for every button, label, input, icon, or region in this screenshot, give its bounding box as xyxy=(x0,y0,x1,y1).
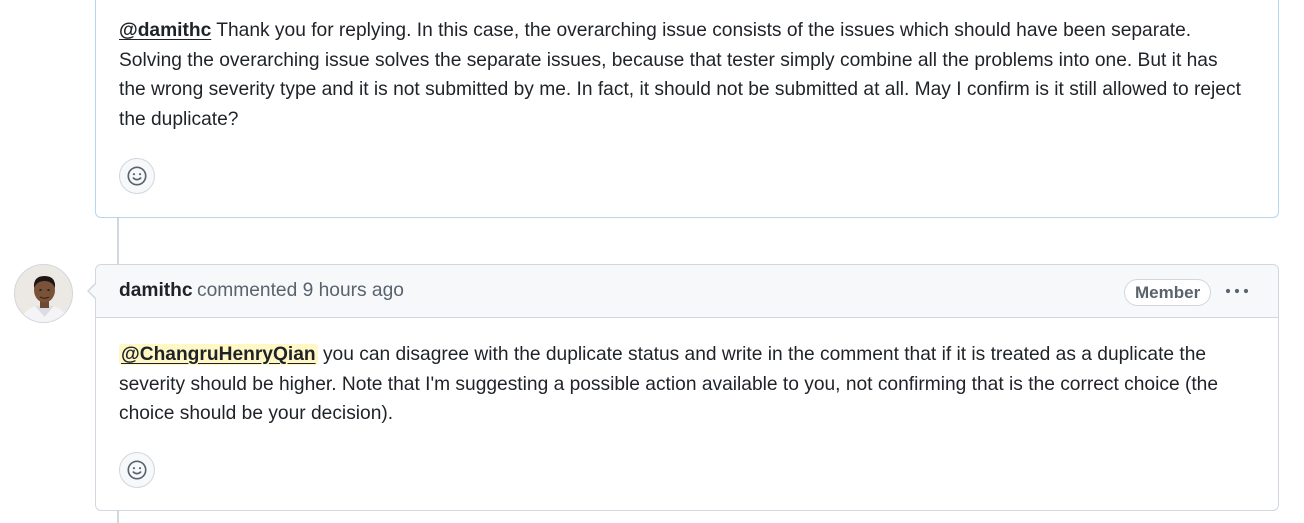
comment-author-link[interactable]: damithc xyxy=(119,280,193,302)
timeline-connector xyxy=(117,217,119,265)
smiley-icon xyxy=(127,460,147,480)
timeline-connector xyxy=(117,510,119,523)
kebab-icon xyxy=(1225,288,1249,294)
comment-header: damithc commented 9 hours ago Member xyxy=(96,265,1278,318)
user-avatar-image xyxy=(15,265,72,322)
smiley-icon xyxy=(127,166,147,186)
comment-body: @ChangruHenryQian you can disagree with … xyxy=(119,340,1248,429)
comment-card: damithc commented 9 hours ago Member @Ch… xyxy=(87,264,1279,511)
add-reaction-button[interactable] xyxy=(119,452,155,488)
comment-text: Thank you for replying. In this case, th… xyxy=(119,20,1241,130)
add-reaction-button[interactable] xyxy=(119,158,155,194)
avatar[interactable] xyxy=(14,264,73,323)
comment-options-button[interactable] xyxy=(1222,280,1252,302)
comment-timestamp-link[interactable]: 9 hours ago xyxy=(303,280,404,301)
comment-meta: commented 9 hours ago xyxy=(197,280,404,302)
comment-action: commented xyxy=(197,280,298,301)
user-mention-link[interactable]: @damithc xyxy=(119,20,211,41)
comment-card: @damithc Thank you for replying. In this… xyxy=(95,0,1279,218)
user-mention-link[interactable]: @ChangruHenryQian xyxy=(119,344,318,365)
member-badge: Member xyxy=(1124,279,1212,306)
comment-pointer-fill xyxy=(89,283,97,299)
comment-body: @damithc Thank you for replying. In this… xyxy=(119,16,1248,134)
